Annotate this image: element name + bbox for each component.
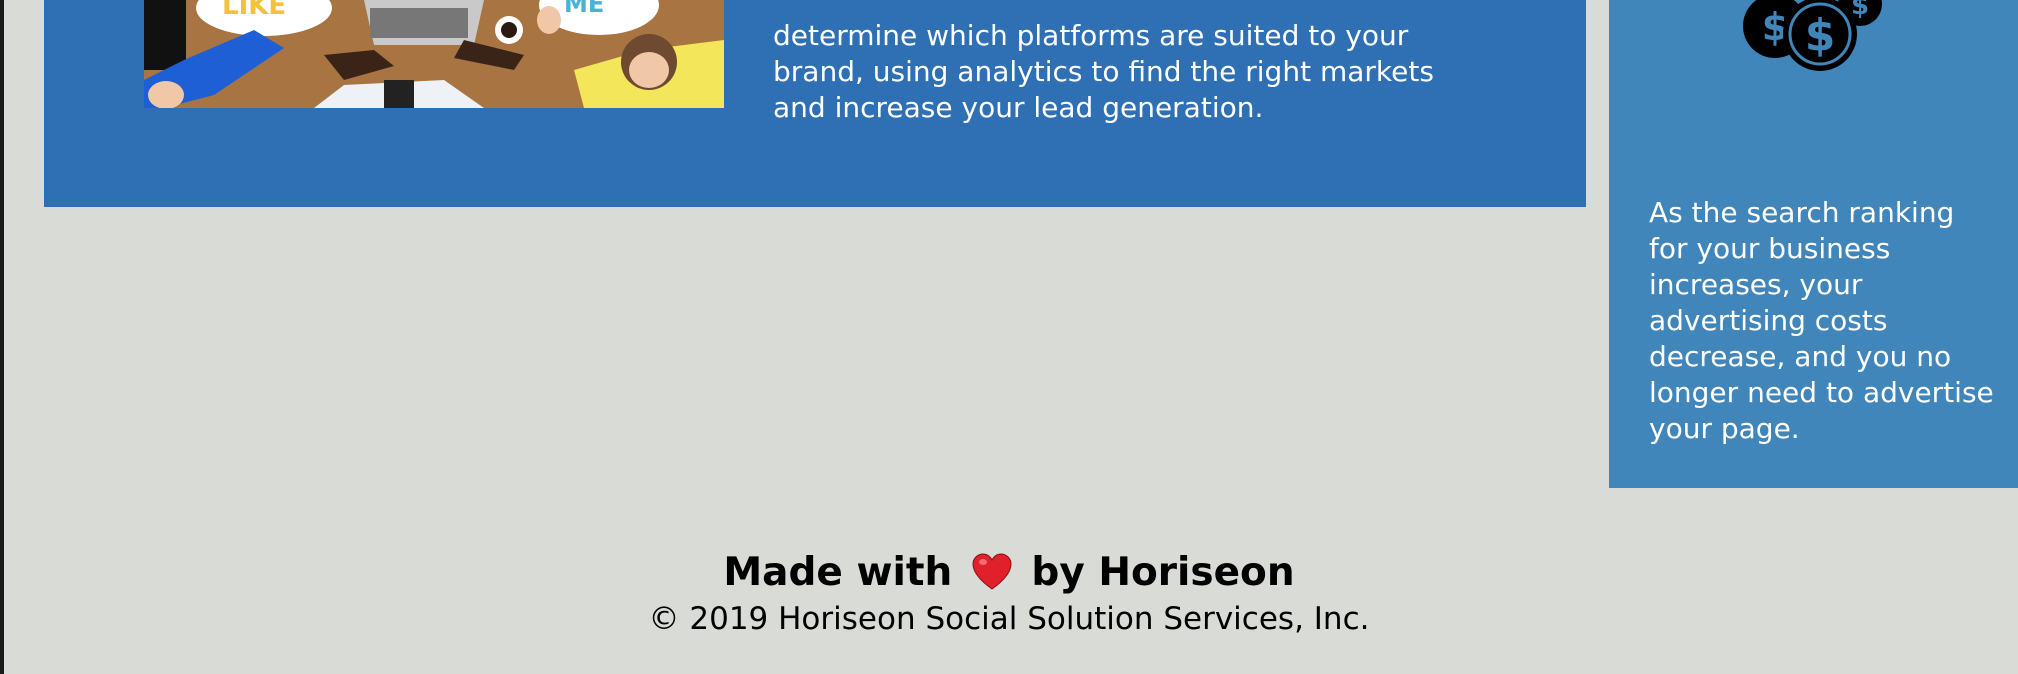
svg-text:$: $ <box>1805 10 1836 61</box>
by-horiseon-label: by Horiseon <box>1031 550 1295 595</box>
money-coins-icon: $ $ $ <box>1735 0 1895 81</box>
svg-text:ME: ME <box>564 0 604 18</box>
social-media-image: LIKE ME <box>144 0 724 108</box>
footer-title: Made with by Horiseon <box>0 548 2018 604</box>
social-media-marketing-section: LIKE ME determine which platforms are su… <box>44 0 1586 207</box>
section-description: determine which platforms are suited to … <box>773 19 1434 124</box>
footer-copyright: © 2019 Horiseon Social Solution Services… <box>648 601 1370 637</box>
svg-text:LIKE: LIKE <box>222 0 286 21</box>
benefit-description: As the search ranking for your business … <box>1649 196 1994 445</box>
heart-icon <box>972 553 1012 604</box>
lower-costs-card: $ $ $ As the search ranking for your bus… <box>1609 0 2018 488</box>
svg-text:$: $ <box>1851 0 1869 21</box>
made-with-label: Made with <box>723 550 953 595</box>
